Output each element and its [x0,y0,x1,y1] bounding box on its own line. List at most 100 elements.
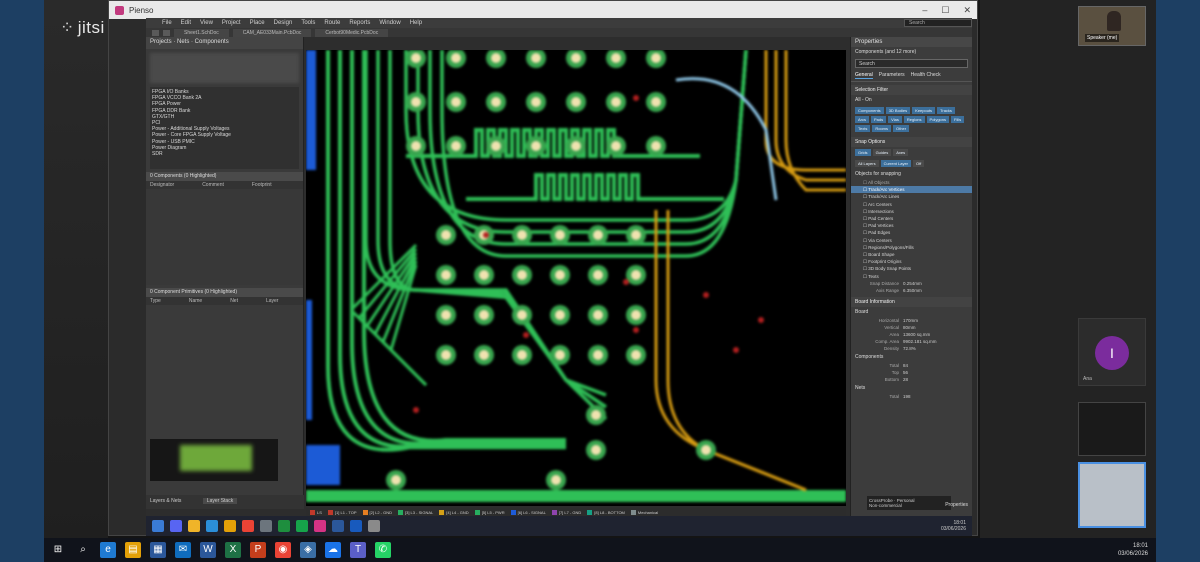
docs-icon[interactable] [332,520,344,532]
snap-object-item[interactable]: ☐ Track/Arc Lines [851,193,972,200]
snap-object-item[interactable]: ☐ All Objects [851,179,972,186]
search-icon[interactable]: ⌕ [75,542,91,558]
list-item[interactable]: SDR [152,151,297,157]
word-icon[interactable] [350,520,362,532]
filter-chip[interactable]: Other [893,125,910,132]
snap-distance-row[interactable]: Snap Distance 0.254mm [851,280,972,287]
axis-range-value[interactable]: 6.350mm [903,287,922,294]
filter-controls[interactable] [150,53,299,83]
snap-object-item[interactable]: ☐ Footprint Origins [851,258,972,265]
filter-chip[interactable]: Pads [871,116,887,123]
excel-icon[interactable]: X [225,542,241,558]
win-icon[interactable] [152,520,164,532]
filter-chip[interactable]: Arcs [855,116,869,123]
filter-chip[interactable]: Fills [951,116,965,123]
filter-chip[interactable]: Regions [903,116,925,123]
filter-chip[interactable]: Vias [888,116,902,123]
participant-tile-camera[interactable] [1078,462,1146,528]
properties-footer-button[interactable]: Properties [945,502,968,508]
filter-chip[interactable]: Rooms [872,125,892,132]
layer-tab[interactable]: [2] L2 - GND [362,509,392,515]
filter-chip[interactable]: Components [855,107,884,114]
snap-axes[interactable]: Axes [893,149,909,156]
sheets-icon[interactable] [278,520,290,532]
snap-guides[interactable]: Guides [872,149,892,156]
layer-tab[interactable]: [4] L4 - GND [439,509,469,515]
menu-help[interactable]: Help [410,20,422,26]
settings-icon[interactable] [368,520,380,532]
calculator-icon[interactable]: ▦ [150,542,166,558]
maximize-button[interactable]: ☐ [941,5,949,16]
snap-object-item[interactable]: ☐ 3D Body Snap Points [851,265,972,272]
snap-object-item[interactable]: ☐ Pad Centers [851,215,972,222]
snap-object-item[interactable]: ☐ Arc Centers [851,201,972,208]
layer-tab[interactable]: [3] L3 - SIGNAL [398,509,433,515]
altium-icon[interactable] [314,520,326,532]
system-clock[interactable]: 18:01 03/06/2026 [1118,542,1156,558]
tab-health-check[interactable]: Health Check [911,72,941,79]
snap-off[interactable]: Off [913,160,925,167]
board-information-header[interactable]: Board Information [851,296,972,307]
filter-chip[interactable]: Tracks [937,107,955,114]
explorer-icon[interactable]: ▤ [125,542,141,558]
col-designator[interactable]: Designator [150,182,174,188]
snap-object-item[interactable]: ☐ Track/Arc Vertices [851,186,972,194]
snap-all-layers[interactable]: All Layers [855,160,879,167]
col-footprint[interactable]: Footprint [252,182,272,188]
edge-icon[interactable]: e [100,542,116,558]
layer-stack-button[interactable]: Layer Stack [202,498,238,504]
net-class-list[interactable]: FPGA I/O Banks FPGA VCCO Bank 2A FPGA Powe… [150,87,299,169]
snap-object-item[interactable]: ☐ Pad Vertices [851,222,972,229]
jitsi-logo[interactable]: ⁘ jitsi [60,18,105,38]
tab-parameters[interactable]: Parameters [879,72,905,79]
layer-tab[interactable]: [5] L5 - PWR [474,509,505,515]
menu-reports[interactable]: Reports [349,20,370,26]
col-type[interactable]: Type [150,298,161,304]
whatsapp-icon[interactable]: ✆ [375,542,391,558]
col-name[interactable]: Name [189,298,202,304]
folder-icon[interactable] [224,520,236,532]
layer-tab[interactable]: [8] L8 - BOTTOM [587,509,625,515]
teams-icon[interactable]: T [350,542,366,558]
windows-icon[interactable]: ⊞ [50,542,66,558]
doc-tab[interactable]: Sheet1.SchDoc [174,28,229,37]
axis-range-row[interactable]: Axis Range 6.350mm [851,287,972,294]
selection-filter-header[interactable]: Selection Filter [851,85,972,95]
snap-current-layer[interactable]: Current Layer [880,160,912,167]
layer-tab[interactable]: Mechanical [630,509,658,515]
filter-chip[interactable]: Keepouts [912,107,936,114]
properties-search[interactable]: Search [855,59,968,68]
tab-general[interactable]: General [855,72,873,79]
chrome-icon[interactable]: ◉ [275,542,291,558]
board-preview-thumbnail[interactable] [150,439,278,481]
col-comment[interactable]: Comment [202,182,224,188]
snap-object-item[interactable]: ☐ Via Centers [851,237,972,244]
filter-all-toggle[interactable]: All - On [851,95,972,105]
participant-tile-self[interactable]: Speaker (me) [1078,6,1146,46]
word-icon[interactable]: W [200,542,216,558]
col-net[interactable]: Net [230,298,238,304]
menu-view[interactable]: View [200,20,213,26]
menu-project[interactable]: Project [222,20,241,26]
properties-filter[interactable]: Components (and 12 more) [851,47,972,57]
components-table[interactable] [146,189,303,285]
edge-icon[interactable] [206,520,218,532]
pcb-canvas[interactable] [306,50,846,506]
menu-place[interactable]: Place [250,20,265,26]
snap-object-item[interactable]: ☐ Board Shape [851,251,972,258]
snap-object-item[interactable]: ☐ Intersections [851,208,972,215]
layer-tab[interactable]: [1] L1 - TOP [327,509,357,515]
menu-design[interactable]: Design [274,20,293,26]
snap-object-item[interactable]: ☐ Regions/Polygons/Fills [851,244,972,251]
col-layer[interactable]: Layer [266,298,279,304]
snap-distance-value[interactable]: 0.254mm [903,280,922,287]
doc-tab-active[interactable]: Cerbot90Medic.PcbDoc [315,28,389,37]
menu-tools[interactable]: Tools [301,20,315,26]
filter-chip[interactable]: Polygons [926,116,949,123]
participant-tile-avatar[interactable]: I Ana [1078,318,1146,386]
outlook-icon[interactable]: ✉ [175,542,191,558]
snap-object-item[interactable]: ☐ Texts [851,273,972,280]
onedrive-icon[interactable]: ☁ [325,542,341,558]
minimize-button[interactable]: – [922,5,927,16]
menu-window[interactable]: Window [379,20,400,26]
